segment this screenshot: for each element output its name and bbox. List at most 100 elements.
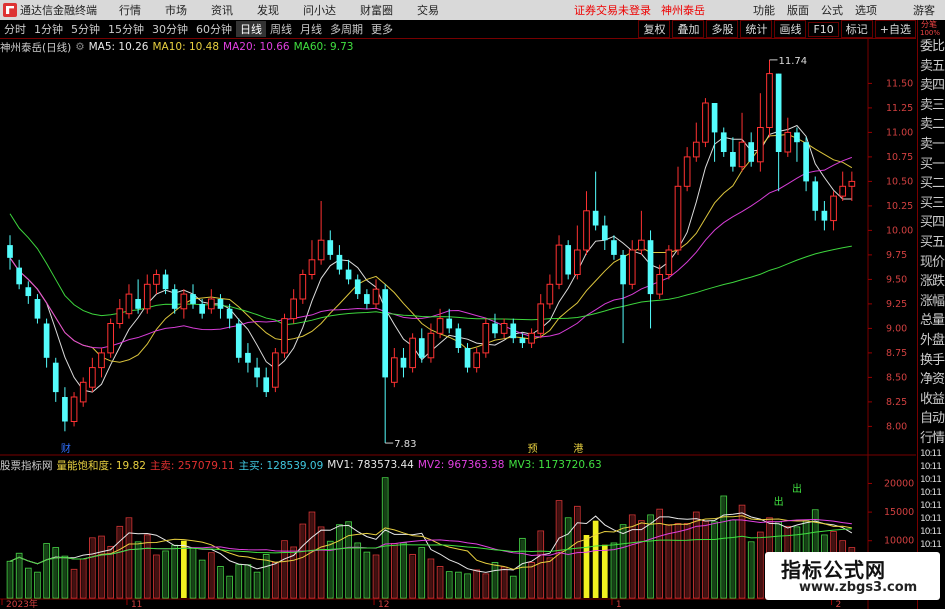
candle-body-down: [52, 362, 59, 393]
candle-body-down: [455, 328, 462, 348]
time-tick-label: 11: [131, 600, 142, 609]
indicator-name[interactable]: 股票指标网: [0, 458, 53, 473]
volume-bar-signal: [181, 540, 187, 598]
settings-icon[interactable]: ⚙: [75, 41, 84, 53]
volume-bar-fill: [81, 560, 86, 597]
volume-bar-fill: [529, 563, 534, 597]
candle-body-down: [418, 338, 425, 358]
volume-bar-fill: [346, 522, 351, 597]
time-tick-label: 2023年: [6, 598, 38, 609]
volume-bar-fill: [26, 569, 31, 597]
price-tick-label: 10.50: [886, 176, 913, 187]
ma60-label: MA60: 9.73: [293, 41, 354, 53]
volume-bar-fill: [383, 478, 388, 597]
candle-body-up: [537, 303, 545, 334]
event-marker: 预: [528, 443, 538, 455]
candle-body-down: [16, 267, 22, 285]
candle-body-down: [592, 210, 599, 226]
sidebar-item: 10:11: [920, 488, 942, 499]
quote-sidebar: 分笔 100% 委比 卖五 卖四 卖三 卖二 卖一 买一 买二 买三 买四 买五 现价 涨跌 涨幅 总量 外盘…: [917, 20, 945, 609]
candle-body-down: [812, 181, 819, 211]
candle-body-down: [382, 289, 389, 378]
sidebar-item[interactable]: 行情: [918, 429, 945, 449]
candle-body-down: [171, 289, 178, 309]
candle-body-down: [254, 367, 260, 378]
candle-body-down: [43, 323, 50, 358]
sidebar-item[interactable]: 买五: [918, 233, 945, 253]
candle-body-up: [628, 249, 636, 285]
volume-bar-fill: [35, 573, 40, 597]
volume-bar-fill: [53, 548, 58, 597]
candle-body-down: [601, 225, 608, 241]
volume-tick-label: 15000: [884, 507, 914, 518]
sidebar-item[interactable]: 总量: [918, 311, 945, 331]
candle-body-down: [345, 269, 352, 280]
volume-bar-signal: [592, 520, 599, 598]
candle-body-up: [180, 293, 188, 310]
candle-body-up: [290, 298, 298, 320]
sidebar-item[interactable]: 净资: [918, 370, 945, 390]
sidebar-item[interactable]: 卖一: [918, 135, 945, 155]
candle-body-down: [25, 287, 32, 297]
candle-body-up: [143, 283, 151, 310]
candle-body-up: [839, 185, 847, 197]
candle-body-down: [794, 132, 800, 143]
candle-body-up: [317, 239, 325, 261]
candle-body-up: [436, 318, 444, 334]
watermark-title: 指标公式网: [781, 558, 886, 582]
sidebar-item[interactable]: 卖四: [918, 76, 945, 96]
indicator-title: 量能饱和度: 19.82: [56, 459, 146, 472]
sidebar-item[interactable]: 涨幅: [918, 292, 945, 312]
kline-chart[interactable]: 11.50 11.25 11.00 10.75 10.50 10.25 10.00 9.75 9…: [0, 0, 916, 609]
volume-bar-fill: [72, 570, 76, 597]
chart-title: 神州泰岳(日线): [0, 41, 72, 54]
candle-body-up: [528, 332, 535, 344]
volume-bar-signal: [601, 544, 608, 598]
sidebar-item[interactable]: 买一: [918, 155, 945, 175]
price-tick-label: 10.00: [886, 225, 913, 236]
sidebar-item[interactable]: 买二: [918, 174, 945, 194]
volume-bar-fill: [758, 533, 763, 597]
volume-bar-fill: [300, 525, 305, 597]
time-tick-label: 1: [616, 600, 622, 609]
sidebar-item[interactable]: 委比: [918, 37, 945, 57]
sidebar-item[interactable]: 换手: [918, 351, 945, 371]
candle-body-up: [500, 323, 508, 334]
candle-body-down: [245, 352, 251, 363]
mv3-label: MV3: 1173720.63: [508, 459, 602, 471]
candle-body-down: [199, 303, 205, 314]
price-tick-label: 9.50: [886, 274, 907, 285]
volume-bar-fill: [548, 558, 552, 597]
mv1-label: MV1: 783573.44: [327, 459, 414, 471]
candle-body-up: [738, 141, 746, 168]
main-sell-label: 主卖: 257079.11: [149, 459, 235, 472]
sidebar-item[interactable]: 卖五: [918, 57, 945, 77]
volume-bar-fill: [447, 572, 452, 597]
tick-tab[interactable]: 分笔: [918, 20, 945, 29]
volume-bar-fill: [264, 555, 269, 597]
sidebar-item[interactable]: 现价: [918, 253, 945, 273]
price-tick-label: 8.25: [886, 397, 907, 408]
sidebar-item[interactable]: 涨跌: [918, 272, 945, 292]
sidebar-item[interactable]: 卖三: [918, 96, 945, 116]
volume-bar-fill: [227, 577, 232, 597]
sidebar-item: 10:11: [920, 501, 942, 512]
volume-bar-fill: [703, 522, 708, 597]
guest-label[interactable]: 游客: [913, 2, 935, 18]
sidebar-item[interactable]: 自动: [918, 409, 945, 429]
volume-bar-fill: [685, 524, 689, 597]
volume-bar-fill: [209, 553, 214, 597]
sidebar-item[interactable]: 收益: [918, 390, 945, 410]
price-tick-label: 11.25: [886, 103, 913, 114]
sidebar-item[interactable]: 卖二: [918, 115, 945, 135]
sidebar-item[interactable]: 买四: [918, 213, 945, 233]
time-tick-label: 12: [378, 600, 389, 609]
sidebar-item[interactable]: 外盘: [918, 331, 945, 351]
candle-body-up: [665, 249, 673, 275]
sidebar-item[interactable]: 买三: [918, 194, 945, 214]
candle-body-up: [308, 259, 316, 275]
volume-bar-fill: [337, 525, 342, 597]
watermark-url: www.zbgs3.com: [799, 580, 918, 595]
volume-bar-fill: [749, 542, 754, 597]
candle-body-up: [473, 352, 481, 369]
